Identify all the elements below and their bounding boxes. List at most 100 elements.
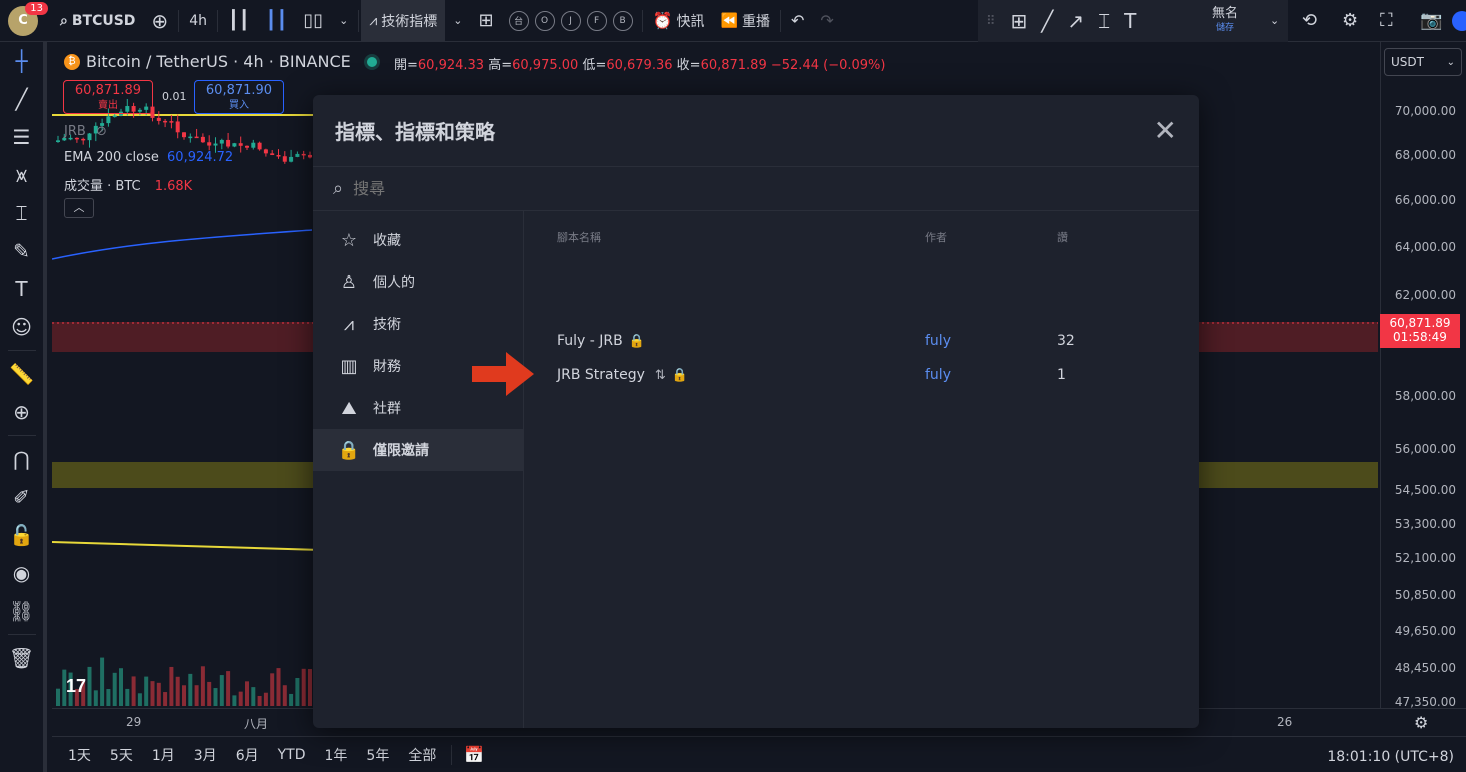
template-f[interactable]: F	[586, 10, 607, 31]
volume-bar	[301, 668, 306, 706]
range-1d[interactable]: 1天	[58, 745, 100, 765]
emoji-icon[interactable]: ☺	[0, 308, 45, 346]
user-avatar[interactable]: C 13	[8, 1, 48, 36]
divider	[7, 350, 36, 351]
range-6m[interactable]: 6月	[226, 745, 268, 765]
crosshair-frame-icon[interactable]: ⊞	[1004, 0, 1035, 42]
layout-grid-button[interactable]: ⊞	[471, 0, 502, 42]
bars-style-icon: ┃┃	[227, 10, 250, 31]
fullscreen-button[interactable]: ⛶	[1372, 0, 1401, 42]
publish-button[interactable]	[1452, 11, 1466, 31]
candle-body	[232, 143, 237, 147]
nav-favorites[interactable]: ☆ 收藏	[313, 219, 523, 261]
price-range-icon[interactable]: ⌶	[1091, 0, 1117, 42]
buy-button[interactable]: 60,871.90 買入	[194, 80, 284, 114]
candle-body	[251, 142, 256, 148]
legend-jrb[interactable]: JRB ⊘	[64, 124, 107, 139]
current-price-label: 60,871.89 01:58:49	[1380, 314, 1460, 348]
quick-search-button[interactable]: ⟲	[1294, 0, 1325, 42]
axis-settings-gear-icon[interactable]: ⚙	[1414, 713, 1428, 732]
compare-symbol-button[interactable]: ⊕	[143, 0, 176, 42]
layout-dropdown[interactable]: ⌄	[1262, 0, 1287, 42]
divider	[451, 744, 453, 765]
script-row[interactable]: JRB Strategy ⇅ 🔒 fuly 1	[524, 359, 1198, 393]
chart-type-dropdown[interactable]: ⌄	[331, 0, 356, 42]
price-tick: 70,000.00	[1394, 104, 1456, 118]
layout-save-button[interactable]: 無名 儲存	[1204, 0, 1246, 42]
eye-icon[interactable]: ◉	[0, 554, 45, 592]
template-j[interactable]: J	[560, 10, 581, 31]
pattern-icon[interactable]: ⩙	[0, 156, 45, 194]
clock[interactable]: 18:01:10 (UTC+8)	[1327, 749, 1454, 765]
grid-icon: ⊞	[478, 10, 494, 31]
indicators-button[interactable]: ⩘ 技術指標	[361, 0, 446, 42]
dialog-nav: ☆ 收藏 ♙ 個人的 ⩘ 技術 ▥ 財務 ⛰ 社群 🔒 僅限邀請	[313, 211, 524, 728]
text-icon[interactable]: T	[0, 270, 45, 308]
price-axis[interactable]: 70,000.00 68,000.00 66,000.00 64,000.00 …	[1380, 42, 1466, 709]
template-o[interactable]: O	[534, 10, 555, 31]
indicators-dropdown[interactable]: ⌄	[445, 0, 470, 42]
collapse-legend-button[interactable]: ︿	[64, 198, 94, 218]
fullscreen-icon: ⛶	[1380, 10, 1393, 31]
search-input[interactable]	[353, 179, 754, 198]
ruler-icon[interactable]: 📏	[0, 355, 45, 393]
volume-bar	[200, 666, 205, 706]
horizontal-lines-icon[interactable]: ☰	[0, 118, 45, 156]
candle-style-button[interactable]: ┃┃	[258, 0, 296, 42]
symbol-search-button[interactable]: ⌕ BTCUSD	[52, 0, 143, 42]
magnet-icon[interactable]: ⋂	[0, 440, 45, 478]
trend-line-icon[interactable]: ╱	[0, 80, 45, 118]
volume-bar	[175, 676, 180, 706]
crosshair-icon[interactable]: ┼	[0, 42, 45, 80]
range-all[interactable]: 全部	[398, 745, 445, 765]
replay-button[interactable]: ⏪ 重播	[713, 0, 778, 42]
redo-button[interactable]: ↷	[812, 0, 841, 42]
indicator-templates: 台 O J F B	[502, 0, 640, 42]
unlock-icon[interactable]: 🔓	[0, 516, 45, 554]
zoom-in-icon[interactable]: ⊕	[0, 393, 45, 431]
template-b[interactable]: B	[612, 10, 633, 31]
symbol-label: BTCUSD	[71, 12, 136, 29]
nav-technicals[interactable]: ⩘ 技術	[313, 303, 523, 345]
go-to-date-icon[interactable]: 📅	[458, 745, 490, 764]
brush-icon[interactable]: ✎	[0, 232, 45, 270]
lock-drawing-icon[interactable]: ✐	[0, 478, 45, 516]
alert-button[interactable]: ⏰ 快訊	[645, 0, 713, 42]
chart-type-button[interactable]: ▯▯	[295, 0, 331, 42]
legend-ema[interactable]: EMA 200 close 60,924.72	[64, 150, 233, 165]
volume-bar	[289, 693, 294, 706]
range-5y[interactable]: 5年	[356, 745, 398, 765]
bar-style-button[interactable]: ┃┃	[220, 0, 258, 42]
measure-range-icon[interactable]: ⌶	[0, 194, 45, 232]
script-author[interactable]: fuly	[925, 333, 951, 349]
legend-volume[interactable]: 成交量 · BTC 1.68K	[64, 175, 192, 194]
sell-button[interactable]: 60,871.89 賣出	[63, 80, 153, 114]
interval-button[interactable]: 4h	[181, 0, 215, 42]
undo-button[interactable]: ↶	[783, 0, 812, 42]
volume-bar	[169, 666, 174, 706]
symbol-header[interactable]: ₿ Bitcoin / TetherUS · 4h · BINANCE	[64, 52, 377, 71]
script-row[interactable]: Fuly - JRB 🔒 fuly 32	[524, 325, 1198, 359]
range-ytd[interactable]: YTD	[268, 747, 315, 763]
arrow-line-icon[interactable]: ↗	[1060, 0, 1091, 42]
trash-icon[interactable]: 🗑	[0, 639, 45, 677]
range-3m[interactable]: 3月	[184, 745, 226, 765]
nav-personal[interactable]: ♙ 個人的	[313, 261, 523, 303]
alarm-clock-icon: ⏰	[652, 11, 673, 30]
nav-invite-only[interactable]: 🔒 僅限邀請	[313, 429, 523, 471]
volume-bar	[276, 668, 281, 706]
drag-handle-icon[interactable]: ⠿	[986, 14, 996, 29]
eye-off-icon[interactable]: ⊘	[96, 124, 107, 139]
range-1y[interactable]: 1年	[315, 745, 357, 765]
close-icon[interactable]: ✕	[1154, 116, 1177, 145]
trend-line-icon[interactable]: ╱	[1034, 0, 1060, 42]
settings-button[interactable]: ⚙	[1334, 0, 1366, 42]
link-icon[interactable]: ⛓	[0, 592, 45, 630]
template-tw[interactable]: 台	[508, 10, 529, 31]
currency-select[interactable]: USDT ⌄	[1384, 48, 1462, 76]
script-author[interactable]: fuly	[925, 367, 951, 383]
range-1m[interactable]: 1月	[142, 745, 184, 765]
snapshot-button[interactable]: 📷	[1412, 0, 1450, 42]
range-5d[interactable]: 5天	[100, 745, 142, 765]
text-tool-icon[interactable]: T	[1117, 0, 1143, 42]
